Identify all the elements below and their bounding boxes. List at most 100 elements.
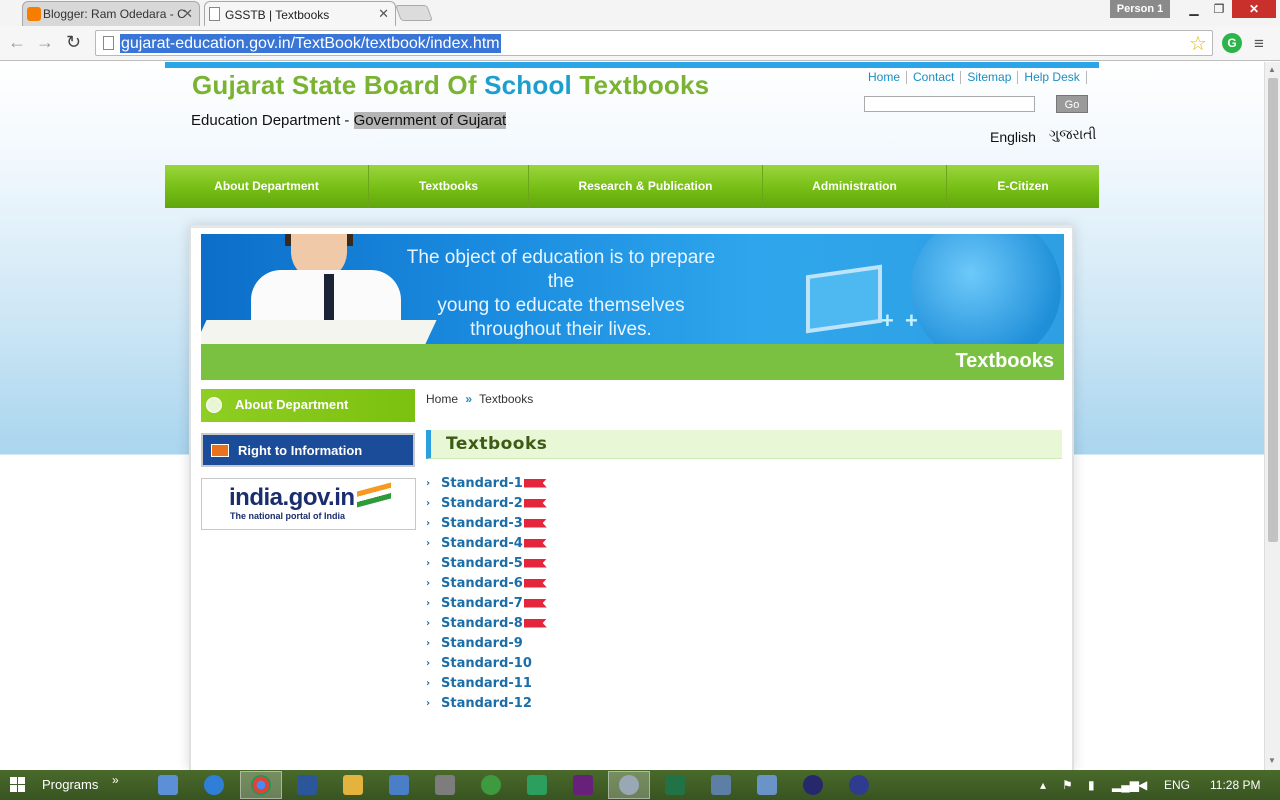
standard-link[interactable]: › Standard-3 — [426, 513, 547, 533]
tab-title: Blogger: Ram Odedara - C — [43, 7, 186, 21]
excel-icon[interactable] — [665, 775, 685, 795]
programs-toolbar[interactable]: Programs — [42, 777, 98, 792]
address-bar[interactable]: gujarat-education.gov.in/TextBook/textbo… — [95, 30, 1213, 56]
link-home[interactable]: Home — [862, 71, 908, 84]
app-icon[interactable] — [619, 775, 639, 795]
windows-start-icon[interactable] — [10, 777, 26, 793]
breadcrumb-home[interactable]: Home — [426, 392, 458, 406]
link-sitemap[interactable]: Sitemap — [961, 71, 1019, 84]
standard-link[interactable]: › Standard-2 — [426, 493, 547, 513]
toolbar-expand-icon[interactable]: » — [112, 773, 119, 787]
url-text[interactable]: gujarat-education.gov.in/TextBook/textbo… — [120, 34, 501, 53]
keyboard-icon[interactable] — [158, 775, 178, 795]
link-help-desk[interactable]: Help Desk — [1018, 71, 1087, 84]
close-tab-icon[interactable]: ✕ — [378, 6, 389, 22]
rti-icon — [211, 444, 229, 457]
new-badge-icon — [523, 558, 547, 568]
ie-icon[interactable] — [204, 775, 224, 795]
clock[interactable]: 11:28 PM — [1210, 778, 1260, 792]
nav-textbooks[interactable]: Textbooks — [369, 165, 529, 208]
go-button[interactable]: Go — [1056, 95, 1088, 113]
tray-expand-icon[interactable]: ▴ — [1040, 778, 1046, 792]
back-icon[interactable]: ← — [8, 32, 26, 53]
nav-administration[interactable]: Administration — [763, 165, 947, 208]
web-page: Gujarat State Board Of School Textbooks … — [0, 62, 1264, 770]
sidebar-right-to-information[interactable]: Right to Information — [201, 433, 415, 467]
chevron-right-icon: › — [426, 597, 431, 609]
lang-english[interactable]: English — [990, 129, 1036, 145]
tab-gsstb[interactable]: GSSTB | Textbooks ✕ — [204, 1, 396, 27]
tab-blogger[interactable]: Blogger: Ram Odedara - C ✕ — [22, 1, 200, 26]
eclipse-alt-icon[interactable] — [849, 775, 869, 795]
chevron-right-icon: › — [426, 557, 431, 569]
scroll-up-icon[interactable]: ▲ — [1268, 65, 1276, 74]
site-title[interactable]: Gujarat State Board Of School Textbooks — [192, 70, 709, 101]
scroll-down-icon[interactable]: ▼ — [1268, 756, 1276, 765]
standard-label[interactable]: Standard-11 — [441, 676, 532, 691]
site-search-input[interactable] — [864, 96, 1035, 112]
chrome-menu-icon[interactable]: ≡ — [1254, 34, 1264, 54]
new-tab-button[interactable] — [395, 5, 433, 21]
volume-icon[interactable]: ◀ — [1138, 778, 1147, 792]
standard-label[interactable]: Standard-7 — [441, 596, 523, 611]
page-scrollbar[interactable]: ▲ ▼ — [1264, 62, 1280, 770]
chat-icon[interactable] — [527, 775, 547, 795]
nav-research-publication[interactable]: Research & Publication — [529, 165, 763, 208]
chevron-right-icon: › — [426, 517, 431, 529]
explorer-icon[interactable] — [343, 775, 363, 795]
standard-label[interactable]: Standard-8 — [441, 616, 523, 631]
standard-link[interactable]: › Standard-12 — [426, 693, 547, 713]
extension-icon[interactable]: G — [1222, 33, 1242, 53]
standard-link[interactable]: › Standard-10 — [426, 653, 547, 673]
word-icon[interactable] — [297, 775, 317, 795]
reload-icon[interactable]: ↻ — [66, 32, 81, 53]
restore-icon[interactable]: ❐ — [1206, 0, 1232, 18]
standard-link[interactable]: › Standard-8 — [426, 613, 547, 633]
standard-label[interactable]: Standard-6 — [441, 576, 523, 591]
standard-link[interactable]: › Standard-4 — [426, 533, 547, 553]
calculator-alt-icon[interactable] — [711, 775, 731, 795]
standard-link[interactable]: › Standard-11 — [426, 673, 547, 693]
bookmark-star-icon[interactable]: ☆ — [1189, 31, 1207, 56]
standard-link[interactable]: › Standard-6 — [426, 573, 547, 593]
sidebar-about-department[interactable]: About Department — [201, 389, 415, 422]
signal-icon[interactable]: ▂▄▆ — [1112, 778, 1139, 792]
nav-e-citizen[interactable]: E-Citizen — [947, 165, 1099, 208]
standard-label[interactable]: Standard-10 — [441, 656, 532, 671]
scroll-thumb[interactable] — [1268, 78, 1278, 542]
standard-link[interactable]: › Standard-7 — [426, 593, 547, 613]
site-subtitle: Education Department - Government of Guj… — [191, 112, 507, 129]
nav-about-department[interactable]: About Department — [165, 165, 369, 208]
input-language[interactable]: ENG — [1164, 778, 1190, 792]
standard-link[interactable]: › Standard-5 — [426, 553, 547, 573]
standard-label[interactable]: Standard-5 — [441, 556, 523, 571]
standard-label[interactable]: Standard-3 — [441, 516, 523, 531]
standard-label[interactable]: Standard-4 — [441, 536, 523, 551]
standard-label[interactable]: Standard-12 — [441, 696, 532, 711]
forward-icon[interactable]: → — [36, 32, 54, 53]
profile-button[interactable]: Person 1 — [1110, 0, 1170, 18]
chrome-icon[interactable] — [251, 775, 271, 795]
banner-quote: The object of education is to prepare th… — [401, 246, 721, 342]
close-window-icon[interactable]: ✕ — [1232, 0, 1276, 18]
standard-link[interactable]: › Standard-1 — [426, 473, 547, 493]
close-tab-icon[interactable]: ✕ — [182, 6, 193, 22]
browser-titlebar: Blogger: Ram Odedara - C ✕ GSSTB | Textb… — [0, 0, 1280, 27]
standard-label[interactable]: Standard-2 — [441, 496, 523, 511]
notepad-icon[interactable] — [757, 775, 777, 795]
minimize-icon[interactable]: ▁ — [1180, 0, 1208, 18]
network-globe-icon[interactable] — [481, 775, 501, 795]
eclipse-icon[interactable] — [803, 775, 823, 795]
visual-studio-icon[interactable] — [573, 775, 593, 795]
standard-link[interactable]: › Standard-9 — [426, 633, 547, 653]
flag-tray-icon[interactable]: ⚑ — [1062, 778, 1073, 792]
standard-label[interactable]: Standard-9 — [441, 636, 523, 651]
india-tagline: The national portal of India — [230, 511, 346, 521]
standard-label[interactable]: Standard-1 — [441, 476, 523, 491]
calculator-icon[interactable] — [435, 775, 455, 795]
link-contact[interactable]: Contact — [907, 71, 962, 84]
india-gov-banner[interactable]: india.gov.in The national portal of Indi… — [201, 478, 416, 530]
remote-desktop-icon[interactable] — [389, 775, 409, 795]
tab-title: GSSTB | Textbooks — [225, 7, 330, 22]
lang-gujarati[interactable]: ગુજરાતી — [1049, 126, 1096, 143]
